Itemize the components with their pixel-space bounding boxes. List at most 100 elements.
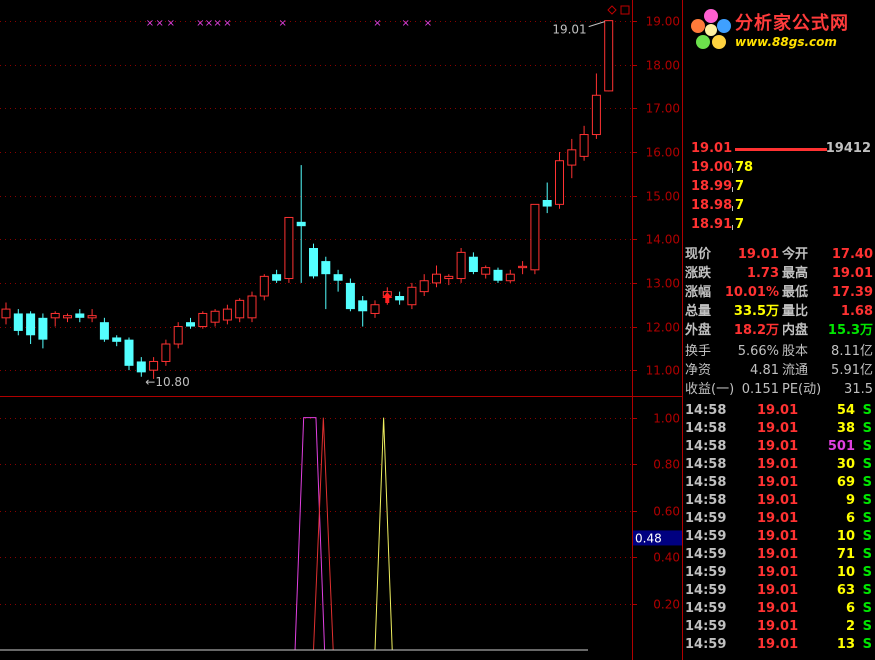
signal-marker: × (223, 18, 231, 29)
tick-row: 14:59 19.01 10 S (683, 528, 875, 546)
quote-value: 17.39 (831, 285, 873, 300)
tick-volume: 13 (836, 637, 855, 652)
quote-label: 今开 (782, 247, 809, 262)
indicator-tick-label: 0.60 (653, 505, 680, 519)
candle-body (112, 337, 122, 342)
signal-marker: × (167, 18, 175, 29)
order-separator (732, 168, 733, 173)
tick-time: 14:58 (685, 493, 727, 508)
tick-side: S (862, 565, 872, 580)
candle-body (407, 286, 417, 306)
candle-body (432, 273, 441, 284)
candle (395, 291, 405, 305)
tick-side: S (862, 601, 872, 616)
candle-body (75, 313, 85, 318)
tick-time: 14:59 (685, 565, 727, 580)
candle-body (1, 308, 11, 319)
low-label: ←10.80 (145, 375, 189, 389)
tick-time: 14:59 (685, 637, 727, 652)
quote-value: 33.5万 (733, 304, 779, 319)
quote-label: 涨幅 (685, 285, 712, 300)
tick-side: S (862, 421, 872, 436)
indicator-tick-label: 0.20 (653, 598, 680, 612)
tick-price: 19.01 (757, 403, 799, 418)
candle (333, 269, 343, 292)
tick-row: 14:59 19.01 71 S (683, 546, 875, 564)
tick-price: 19.01 (757, 475, 799, 490)
candle-body (321, 261, 331, 275)
tick-price: 19.01 (757, 511, 799, 526)
quote-label: 量比 (782, 304, 809, 319)
tick-price: 19.01 (757, 547, 799, 562)
tick-side: S (862, 493, 872, 508)
candle-body (542, 200, 552, 207)
order-price: 19.01 (691, 141, 733, 156)
candle (518, 261, 528, 275)
tick-row: 14:59 19.01 63 S (683, 582, 875, 600)
tick-side: S (862, 547, 872, 562)
quote-label: 总量 (685, 304, 712, 319)
tick-time: 14:59 (685, 547, 727, 562)
order-book-row: 19.00 78 (683, 159, 875, 177)
candle-body (296, 221, 306, 227)
candle-body (345, 282, 355, 310)
candle (50, 311, 60, 327)
candle (222, 304, 232, 325)
price-tick-label: 15.00 (646, 190, 680, 204)
fund-value: 0.151 (741, 382, 779, 397)
fund-label: PE(动) (782, 382, 822, 397)
window-icon (620, 5, 630, 15)
tick-volume: 71 (836, 547, 855, 562)
order-price: 19.00 (691, 160, 733, 175)
candle-body (333, 274, 343, 281)
order-volume: 7 (735, 217, 745, 232)
candle-body (604, 20, 614, 92)
candle (567, 138, 577, 179)
tick-volume: 54 (836, 403, 855, 418)
tick-side: S (862, 619, 872, 634)
tick-side: S (862, 637, 872, 652)
signal-marker: × (205, 18, 213, 29)
price-tick-label: 13.00 (646, 277, 680, 291)
tick-row: 14:58 19.01 69 S (683, 474, 875, 492)
tick-volume: 69 (836, 475, 855, 490)
tick-row: 14:58 19.01 30 S (683, 456, 875, 474)
tick-row: 14:59 19.01 6 S (683, 600, 875, 618)
tick-row: 14:58 19.01 501 S (683, 438, 875, 456)
candle (296, 165, 306, 283)
logo-text: 分析家公式网 (735, 13, 849, 34)
price-tick-label: 11.00 (646, 364, 680, 378)
quote-value: 1.68 (840, 304, 873, 319)
candlestick-chart[interactable]: 19.00 18.00 17.00 16.00 15.00 14.00 13.00 12.00… (0, 0, 683, 660)
candle (309, 243, 318, 279)
tick-row: 14:58 19.01 9 S (683, 492, 875, 510)
fund-label: 收益(一) (685, 382, 735, 397)
candle (456, 248, 466, 283)
candle-body (419, 280, 429, 293)
candle-body (444, 275, 454, 280)
tick-volume: 10 (836, 565, 855, 580)
candle (198, 311, 208, 329)
signal-marker: × (279, 18, 287, 29)
tick-row: 14:58 19.01 54 S (683, 402, 875, 420)
tick-volume: 6 (845, 601, 855, 616)
tick-row: 14:59 19.01 10 S (683, 564, 875, 582)
tick-volume: 9 (845, 493, 855, 508)
fund-label: 净资 (685, 363, 712, 378)
candle (13, 309, 23, 336)
tick-volume: 6 (845, 511, 855, 526)
quote-label: 外盘 (685, 323, 712, 338)
quote-label: 最高 (782, 266, 809, 281)
candle (186, 317, 195, 329)
candle-body (567, 149, 577, 166)
candle-body (247, 295, 257, 319)
flower-logo-icon (691, 9, 731, 49)
quote-label: 现价 (685, 247, 712, 262)
candle (407, 282, 417, 310)
quote-row: 现价 19.01 今开 17.40 (683, 246, 875, 264)
tick-time: 14:58 (685, 457, 727, 472)
tick-row: 14:59 19.01 13 S (683, 636, 875, 654)
candle-body (370, 304, 380, 314)
candle-body (591, 94, 601, 136)
candle-body (530, 203, 540, 271)
